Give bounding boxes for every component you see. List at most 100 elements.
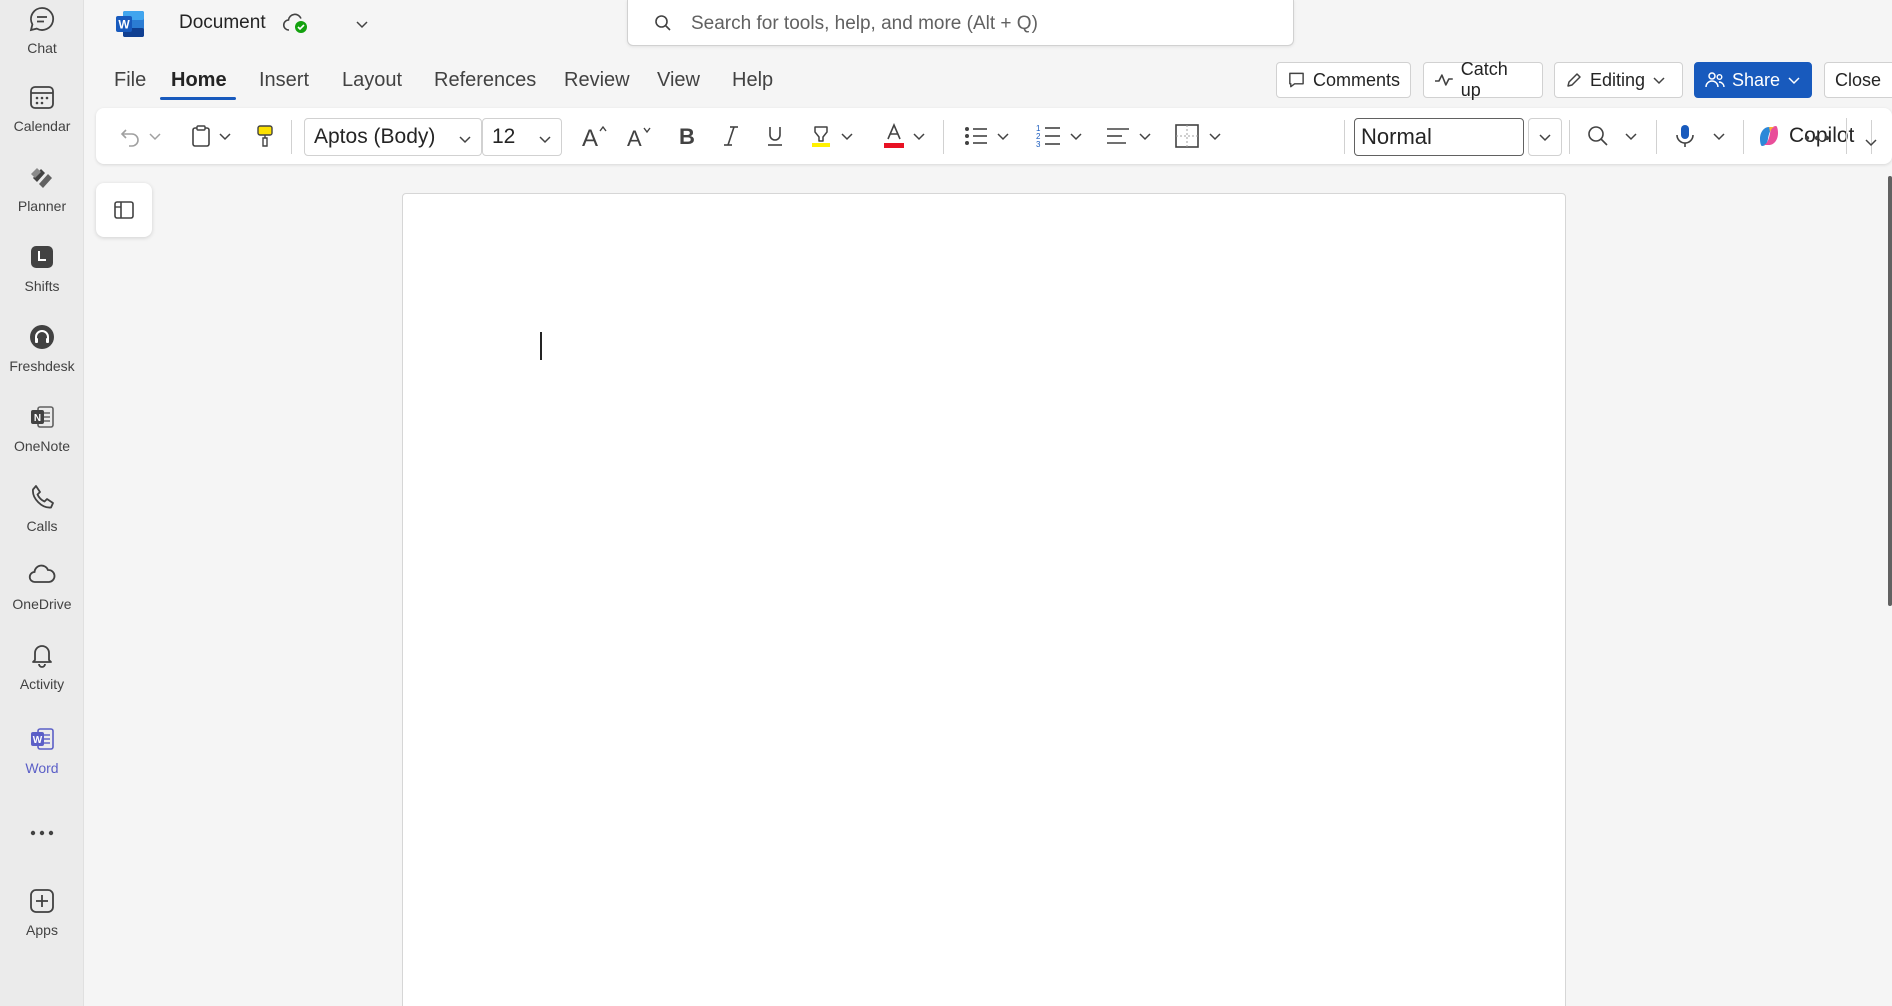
comments-label: Comments — [1312, 69, 1400, 90]
numbering-dropdown[interactable] — [1067, 108, 1085, 164]
search-placeholder: Search for tools, help, and more (Alt + … — [691, 13, 1038, 34]
highlighter-icon — [812, 126, 830, 147]
paste-dropdown[interactable] — [216, 108, 234, 164]
tab-insert[interactable]: Insert — [259, 69, 309, 92]
find-button[interactable] — [1585, 108, 1611, 164]
document-page[interactable] — [402, 193, 1566, 1006]
ribbon-end — [1883, 108, 1884, 109]
more-apps-button[interactable] — [0, 816, 84, 850]
chat-icon — [27, 4, 57, 34]
cloud-icon — [27, 560, 57, 590]
tab-file[interactable]: File — [114, 69, 146, 92]
share-label: Share — [1731, 69, 1781, 90]
borders-dropdown[interactable] — [1206, 108, 1224, 164]
app-rail: Chat Calendar Planner Shifts Freshdesk N… — [0, 0, 84, 1006]
shrink-font-button[interactable]: A — [625, 108, 655, 164]
chevron-down-icon — [1865, 139, 1877, 147]
font-size-select[interactable]: 12 — [482, 118, 562, 156]
search-box[interactable]: Search for tools, help, and more (Alt + … — [627, 0, 1294, 46]
rail-item-onedrive[interactable]: OneDrive — [0, 560, 84, 636]
style-dropdown[interactable] — [1528, 118, 1562, 156]
dictate-dropdown[interactable] — [1710, 108, 1728, 164]
style-select[interactable]: Normal — [1354, 118, 1524, 156]
navigation-pane-button[interactable] — [96, 183, 152, 237]
ribbon-separator — [1344, 120, 1345, 154]
catch-up-button[interactable]: Catch up — [1423, 59, 1543, 100]
font-color-button[interactable] — [881, 108, 907, 164]
font-color-dropdown[interactable] — [910, 108, 928, 164]
grow-font-icon: A — [582, 125, 607, 150]
highlight-button[interactable] — [808, 108, 834, 164]
tab-view[interactable]: View — [657, 69, 700, 92]
borders-button[interactable] — [1173, 108, 1201, 164]
freshdesk-icon — [27, 322, 57, 352]
highlight-dropdown[interactable] — [838, 108, 856, 164]
rail-item-calendar[interactable]: Calendar — [0, 82, 84, 158]
text-cursor — [540, 332, 542, 360]
italic-button[interactable] — [718, 108, 744, 164]
style-value: Normal — [1361, 124, 1432, 149]
chevron-down-icon — [913, 133, 925, 141]
editing-mode-button[interactable]: Editing — [1554, 62, 1683, 98]
underline-icon — [768, 127, 782, 146]
svg-text:W: W — [33, 735, 43, 746]
search-icon — [654, 14, 672, 32]
document-title[interactable]: Document — [179, 12, 266, 34]
chevron-down-icon[interactable] — [354, 16, 370, 32]
rail-item-planner[interactable]: Planner — [0, 162, 84, 238]
comments-button[interactable]: Comments — [1276, 62, 1411, 98]
chevron-down-icon — [1713, 133, 1725, 141]
numbered-list-icon: 123 — [1036, 124, 1060, 149]
rail-item-calls[interactable]: Calls — [0, 482, 84, 558]
font-name-select[interactable]: Aptos (Body) — [304, 118, 482, 156]
rail-item-freshdesk[interactable]: Freshdesk — [0, 322, 84, 398]
rail-item-shifts[interactable]: Shifts — [0, 242, 84, 318]
align-button[interactable] — [1104, 108, 1132, 164]
share-button[interactable]: Share — [1694, 62, 1812, 98]
more-options-button[interactable] — [1798, 118, 1836, 158]
rail-item-activity[interactable]: Activity — [0, 640, 84, 716]
bold-button[interactable]: B — [673, 108, 699, 164]
tab-layout[interactable]: Layout — [342, 69, 402, 92]
tab-references[interactable]: References — [434, 69, 536, 92]
paste-button[interactable] — [188, 108, 214, 164]
clipboard-icon — [192, 125, 210, 147]
format-painter-button[interactable] — [254, 108, 276, 164]
vertical-scrollbar[interactable] — [1888, 176, 1892, 606]
align-left-icon — [1107, 128, 1129, 144]
pulse-icon — [1434, 74, 1453, 86]
borders-icon — [1175, 124, 1199, 148]
find-dropdown[interactable] — [1622, 108, 1640, 164]
svg-text:B: B — [679, 124, 695, 148]
rail-label: Word — [25, 760, 59, 776]
rail-label: Calls — [26, 518, 58, 534]
collapse-ribbon-button[interactable] — [1856, 128, 1886, 156]
tab-help[interactable]: Help — [732, 69, 773, 92]
bullets-dropdown[interactable] — [994, 108, 1012, 164]
tab-review[interactable]: Review — [564, 69, 630, 92]
ribbon-separator — [1569, 120, 1570, 154]
ribbon-separator — [291, 120, 292, 154]
rail-item-onenote[interactable]: N OneNote — [0, 402, 84, 478]
font-color-icon — [884, 123, 904, 148]
chevron-down-icon — [1788, 77, 1800, 85]
tab-home[interactable]: Home — [171, 69, 227, 92]
undo-dropdown[interactable] — [146, 108, 164, 164]
rail-label: Activity — [19, 676, 65, 692]
rail-item-apps[interactable]: Apps — [0, 886, 84, 962]
align-dropdown[interactable] — [1136, 108, 1154, 164]
dictate-button[interactable] — [1672, 108, 1698, 164]
rail-item-chat[interactable]: Chat — [0, 4, 84, 80]
chevron-down-icon — [997, 133, 1009, 141]
close-button[interactable]: Close — [1824, 62, 1892, 98]
rail-label: Planner — [17, 198, 67, 214]
rail-item-word[interactable]: W Word — [0, 724, 84, 800]
bullets-button[interactable] — [962, 108, 990, 164]
numbering-button[interactable]: 123 — [1034, 108, 1062, 164]
undo-button[interactable] — [116, 108, 144, 164]
grow-font-button[interactable]: A — [580, 108, 610, 164]
underline-button[interactable] — [762, 108, 788, 164]
cloud-check-icon[interactable] — [282, 11, 310, 37]
chevron-down-icon — [219, 133, 231, 141]
chevron-down-icon — [149, 133, 161, 141]
